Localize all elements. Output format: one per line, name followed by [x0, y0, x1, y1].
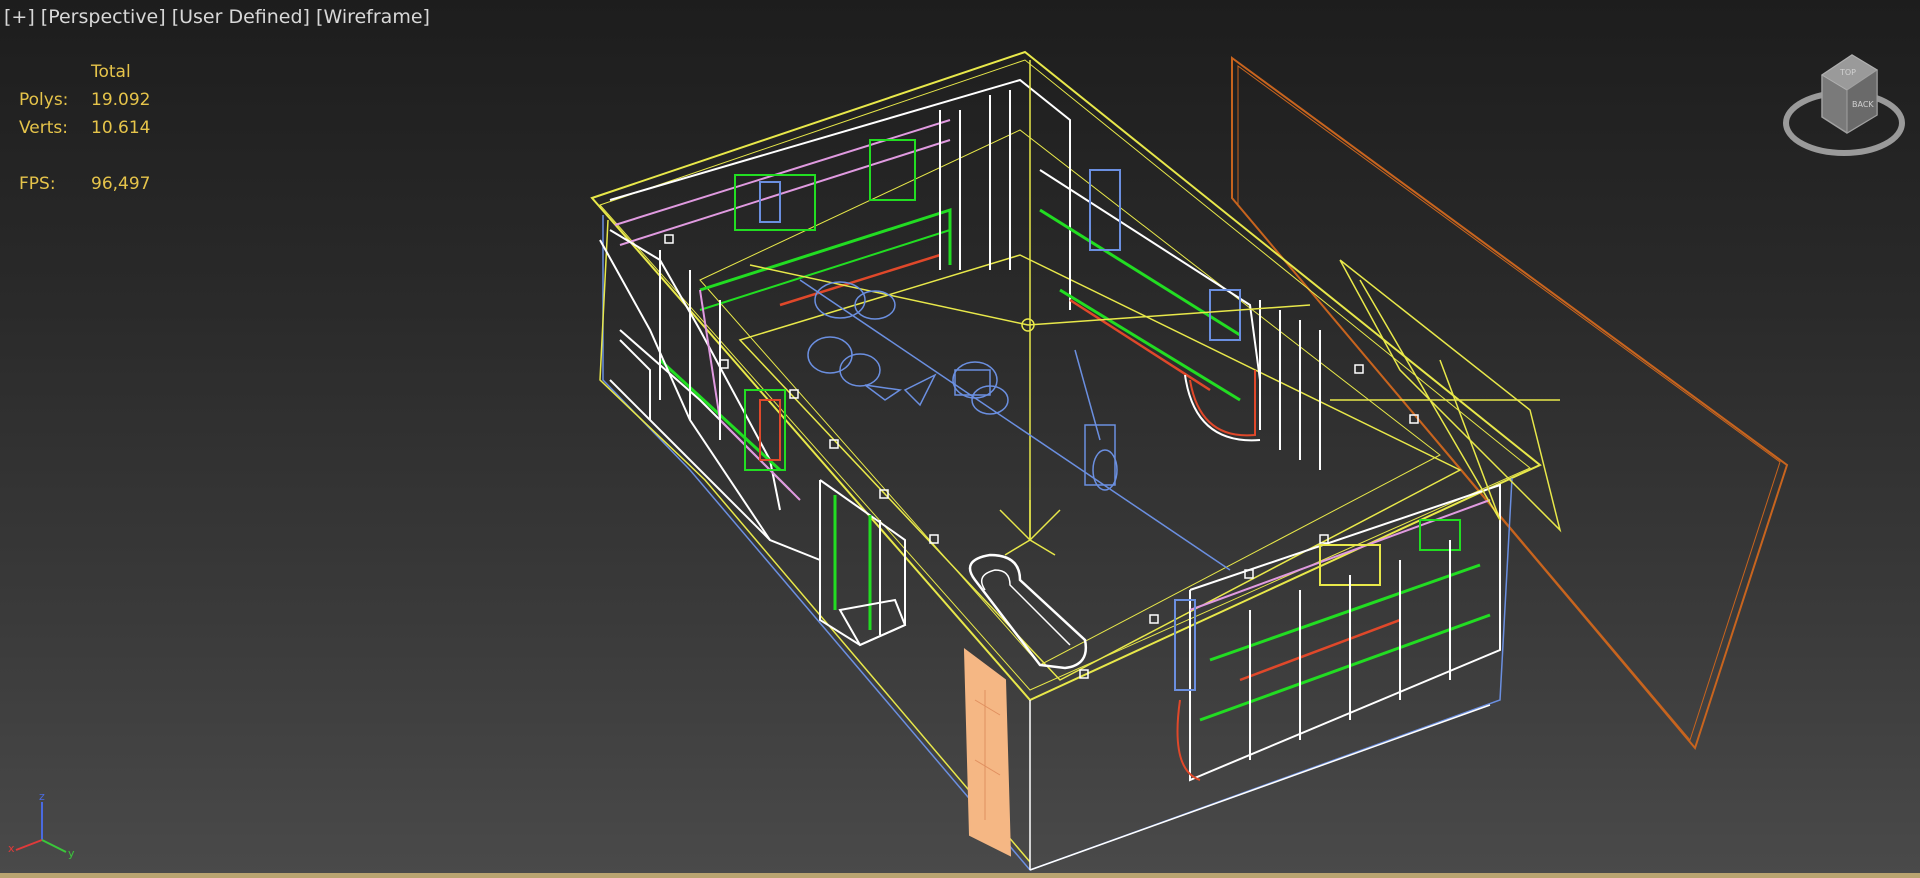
axis-tripod-icon: z x y	[8, 790, 75, 860]
viewport-shading-preset-menu[interactable]: [User Defined]	[172, 6, 310, 28]
axis-y-label: y	[68, 847, 75, 860]
viewcube[interactable]: TOP BACK	[1782, 45, 1912, 165]
verts-value: 10.614	[91, 118, 151, 138]
perspective-viewport[interactable]: [+] [Perspective] [User Defined] [Wirefr…	[0, 0, 1920, 878]
polys-label: Polys:	[19, 90, 69, 110]
viewport-display-mode-menu[interactable]: [Wireframe]	[316, 6, 430, 28]
lights-and-cameras-wire[interactable]	[799, 279, 1231, 571]
wireframe-scene[interactable]	[0, 0, 1920, 878]
stats-fps-row: FPS: 96,497	[19, 170, 191, 198]
ceiling-fixtures-wire[interactable]	[664, 234, 1419, 679]
fps-value: 96,497	[91, 174, 151, 194]
axis-x-label: x	[8, 842, 15, 855]
left-wall-cabinets-wire[interactable]	[599, 229, 821, 561]
stats-header-row: Total	[19, 58, 191, 86]
polys-value: 19.092	[91, 90, 151, 110]
viewport-label-menu: [+] [Perspective] [User Defined] [Wirefr…	[0, 0, 434, 34]
fps-label: FPS:	[19, 174, 56, 194]
stats-polys-row: Polys: 19.092	[19, 86, 191, 114]
stats-total-header: Total	[91, 62, 131, 82]
scene-statistics: Total Polys: 19.092 Verts: 10.614 FPS: 9…	[19, 58, 191, 198]
viewport-plus-menu[interactable]: [+]	[4, 6, 35, 28]
viewport-point-of-view-menu[interactable]: [Perspective]	[41, 6, 166, 28]
viewport-active-border	[0, 873, 1920, 878]
stats-verts-row: Verts: 10.614	[19, 114, 191, 142]
tall-fridge-unit-wire[interactable]	[819, 479, 907, 647]
right-wall-cabinets-wire[interactable]	[1039, 169, 1321, 470]
viewcube-face-label: BACK	[1852, 100, 1874, 109]
front-right-cabinets-wire[interactable]	[1174, 483, 1501, 782]
entry-door[interactable]	[963, 647, 1012, 857]
backdrop-plane-wire[interactable]	[1231, 56, 1789, 751]
viewcube-top-label: TOP	[1839, 68, 1856, 77]
verts-label: Verts:	[19, 118, 69, 138]
axis-z-label: z	[39, 790, 45, 803]
